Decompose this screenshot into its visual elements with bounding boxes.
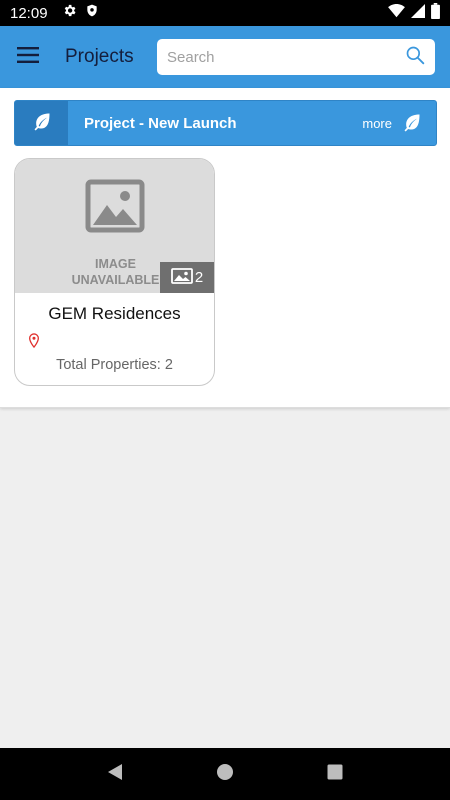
location-icon (28, 333, 214, 349)
project-image: IMAGE UNAVAILABLE 2 (15, 159, 214, 293)
leaf-icon (400, 112, 424, 135)
search-input[interactable] (167, 48, 405, 66)
status-time: 12:09 (10, 4, 48, 22)
photo-count-badge: 2 (160, 262, 214, 293)
image-placeholder-icon (85, 179, 145, 238)
home-button[interactable] (205, 754, 245, 794)
system-nav-bar (0, 748, 450, 800)
banner-title: Project - New Launch (84, 114, 237, 132)
new-launch-banner[interactable]: Project - New Launch more (14, 100, 437, 146)
recents-icon (327, 764, 343, 785)
banner-more-button[interactable]: more (362, 112, 424, 135)
shield-icon (85, 3, 99, 23)
battery-icon (431, 2, 440, 24)
hamburger-icon (17, 46, 39, 68)
search-box[interactable] (157, 39, 435, 75)
page-title: Projects (65, 46, 134, 67)
project-card[interactable]: IMAGE UNAVAILABLE 2 GEM Residences Total… (14, 158, 215, 386)
search-icon[interactable] (405, 45, 425, 70)
gear-icon (62, 3, 77, 23)
app-bar: Projects (0, 26, 450, 88)
back-icon (107, 763, 123, 786)
leaf-icon (32, 111, 52, 136)
total-properties: Total Properties: 2 (56, 357, 173, 373)
back-button[interactable] (95, 754, 135, 794)
banner-more-label: more (362, 115, 392, 131)
wifi-icon (388, 3, 405, 23)
menu-button[interactable] (0, 26, 56, 88)
home-icon (216, 763, 234, 786)
photo-icon (170, 267, 193, 288)
recents-button[interactable] (315, 754, 355, 794)
photo-count: 2 (194, 269, 204, 286)
projects-content: Project - New Launch more IMAGE UNAVAILA… (0, 88, 450, 408)
status-bar: 12:09 (0, 0, 450, 26)
signal-icon (411, 3, 425, 23)
project-name: GEM Residences (48, 304, 181, 323)
banner-icon-box (15, 101, 68, 145)
